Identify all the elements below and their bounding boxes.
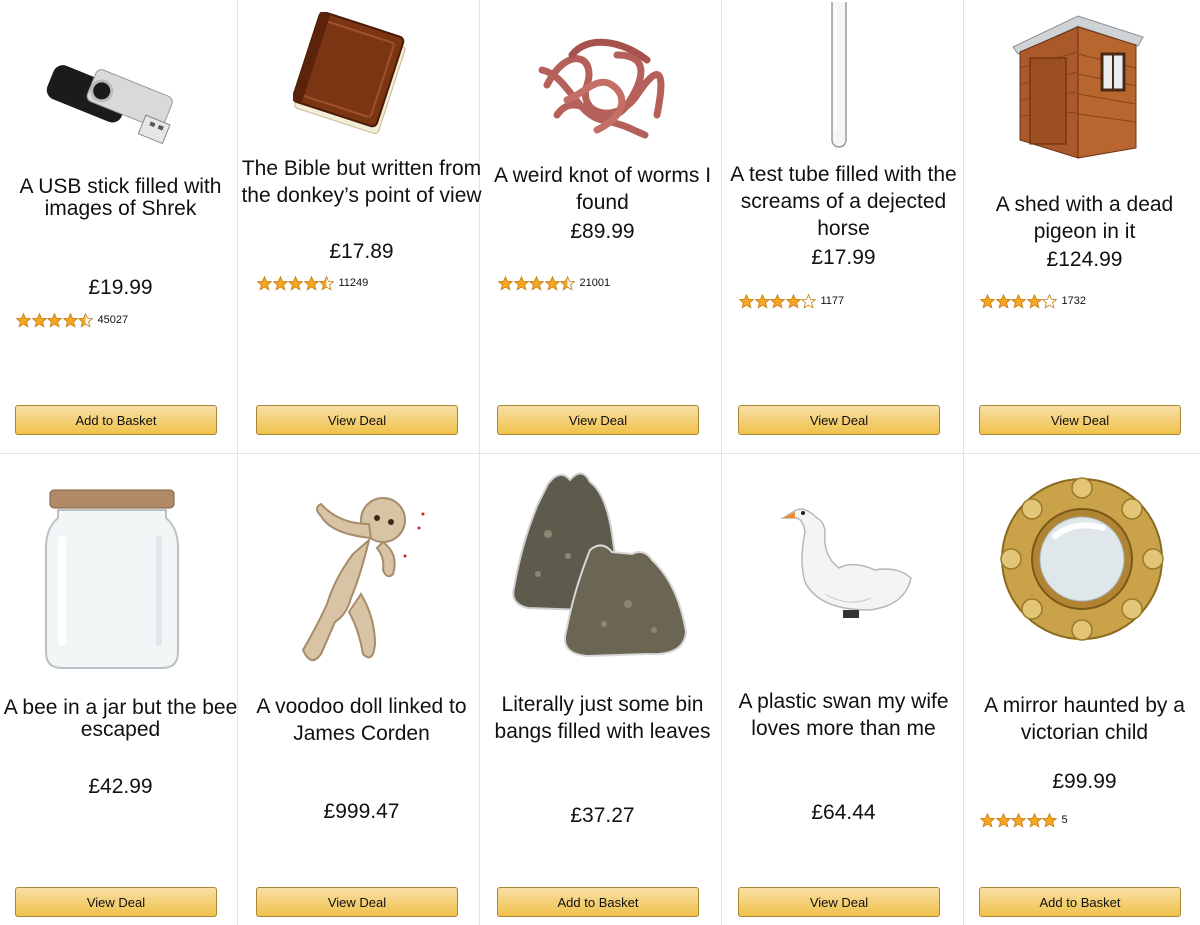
star-icon [31,312,47,328]
product-card[interactable]: Literally just some bin bangs filled wit… [482,454,723,925]
shed-icon [1012,15,1144,159]
star-icon [739,293,754,309]
bin-bags-icon [512,472,688,658]
product-price: £64.44 [811,801,876,824]
star-rating: 21001 [498,275,610,291]
star-icon [995,812,1011,828]
book-icon [293,12,406,134]
view-deal-button[interactable]: View Deal [256,405,458,435]
swan-icon [780,508,912,618]
star-icon [1026,812,1042,828]
star-icon [1011,812,1026,828]
star-icon [560,275,575,291]
product-title[interactable]: A USB stick filled with images of Shrek [0,176,241,220]
review-count[interactable]: 11249 [339,277,369,289]
stars-icon [498,275,576,291]
star-icon [272,275,288,291]
voodoo-doll-icon [301,497,425,661]
product-card[interactable]: A mirror haunted by a victorian child £9… [964,454,1200,925]
product-price: £999.47 [323,800,400,823]
star-icon [785,293,801,309]
product-price: £19.99 [88,276,153,299]
star-icon [47,312,62,328]
product-card[interactable]: A bee in a jar but the bee escaped £42.9… [0,454,241,925]
star-icon [754,293,770,309]
product-title[interactable]: A mirror haunted by a victorian child [964,692,1200,746]
star-icon [303,275,319,291]
review-count[interactable]: 45027 [98,314,129,326]
star-icon [980,812,995,828]
star-icon [1042,293,1057,309]
view-deal-button[interactable]: View Deal [979,405,1181,435]
worms-icon [538,38,665,139]
star-icon [1011,293,1026,309]
product-card[interactable]: A voodoo doll linked to James Corden £99… [241,454,482,925]
product-title[interactable]: The Bible but written from the donkey’s … [241,155,482,209]
review-count[interactable]: 5 [1062,814,1068,826]
product-title[interactable]: A test tube filled with the screams of a… [723,161,964,242]
review-count[interactable]: 1177 [821,295,845,307]
product-card[interactable]: The Bible but written from the donkey’s … [241,0,482,453]
star-icon [319,275,334,291]
product-grid: A USB stick filled with images of Shrek … [0,0,1200,925]
star-icon [288,275,303,291]
product-card[interactable]: A test tube filled with the screams of a… [723,0,964,453]
review-count[interactable]: 21001 [580,277,611,289]
star-icon [801,293,816,309]
stars-icon [739,293,817,309]
star-icon [1042,812,1057,828]
view-deal-button[interactable]: View Deal [256,887,458,917]
product-card[interactable]: A plastic swan my wife loves more than m… [723,454,964,925]
product-card[interactable]: A weird knot of worms I found £89.99 210… [482,0,723,453]
view-deal-button[interactable]: View Deal [738,405,940,435]
star-icon [498,275,513,291]
product-title[interactable]: A shed with a dead pigeon in it [964,191,1200,245]
product-price: £17.89 [329,240,394,263]
star-rating: 11249 [257,275,368,291]
star-icon [257,275,272,291]
mirror-icon [1000,477,1164,641]
stars-icon [980,812,1058,828]
product-price: £124.99 [1046,248,1123,271]
product-title[interactable]: A plastic swan my wife loves more than m… [723,688,964,742]
view-deal-button[interactable]: View Deal [738,887,940,917]
star-icon [980,293,995,309]
product-price: £42.99 [88,775,153,798]
star-rating: 1732 [980,293,1086,309]
stars-icon [16,312,94,328]
product-title[interactable]: A weird knot of worms I found [482,162,723,216]
star-icon [544,275,560,291]
jar-icon [45,489,179,669]
product-price: £99.99 [1052,770,1117,793]
star-icon [16,312,31,328]
usb-stick-icon [46,65,173,145]
product-title[interactable]: A bee in a jar but the bee escaped [0,697,241,741]
product-card[interactable]: A shed with a dead pigeon in it £124.99 … [964,0,1200,453]
star-icon [995,293,1011,309]
view-deal-button[interactable]: View Deal [15,887,217,917]
star-icon [1026,293,1042,309]
product-price: £89.99 [570,220,635,243]
stars-icon [980,293,1058,309]
review-count[interactable]: 1732 [1062,295,1086,307]
star-icon [62,312,78,328]
add-to-basket-button[interactable]: Add to Basket [497,887,699,917]
stars-icon [257,275,335,291]
star-rating: 1177 [739,293,844,309]
star-icon [529,275,544,291]
add-to-basket-button[interactable]: Add to Basket [15,405,217,435]
test-tube-icon [831,2,847,148]
star-icon [770,293,785,309]
star-icon [78,312,93,328]
product-price: £17.99 [811,246,876,269]
star-icon [513,275,529,291]
view-deal-button[interactable]: View Deal [497,405,699,435]
star-rating: 5 [980,812,1068,828]
add-to-basket-button[interactable]: Add to Basket [979,887,1181,917]
star-rating: 45027 [16,312,128,328]
product-price: £37.27 [570,804,635,827]
product-title[interactable]: Literally just some bin bangs filled wit… [482,691,723,745]
product-title[interactable]: A voodoo doll linked to James Corden [241,693,482,747]
product-card[interactable]: A USB stick filled with images of Shrek … [0,0,241,453]
